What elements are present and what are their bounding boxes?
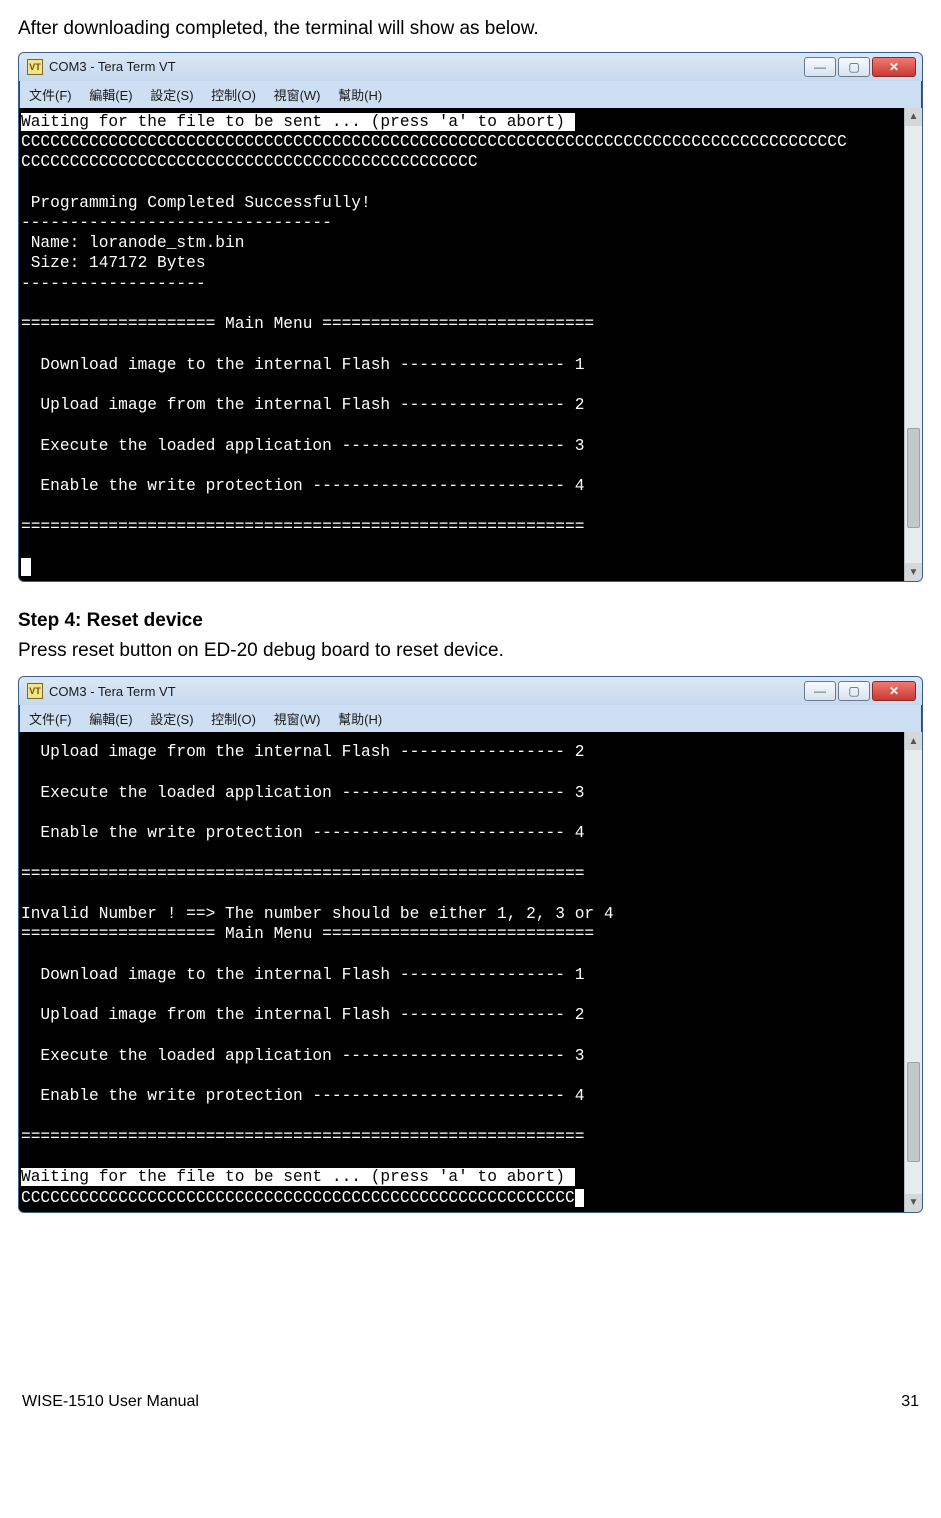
scroll-thumb[interactable] <box>907 1062 920 1162</box>
terminal-window-1: VT COM3 - Tera Term VT — ▢ ✕ 文件(F) 編輯(E)… <box>18 52 923 583</box>
menu-setup[interactable]: 設定(S) <box>150 712 193 727</box>
menu-help[interactable]: 幫助(H) <box>338 88 382 103</box>
scroll-down-icon[interactable]: ▼ <box>905 1194 922 1212</box>
window-title: COM3 - Tera Term VT <box>49 684 176 699</box>
close-button[interactable]: ✕ <box>872 57 916 77</box>
menu-file[interactable]: 文件(F) <box>29 88 72 103</box>
intro-text: After downloading completed, the termina… <box>18 16 923 42</box>
terminal-output-1: Waiting for the file to be sent ... (pre… <box>19 108 904 582</box>
app-icon: VT <box>27 683 43 699</box>
window-buttons: — ▢ ✕ <box>804 57 916 77</box>
menu-file[interactable]: 文件(F) <box>29 712 72 727</box>
page-footer: WISE-1510 User Manual 31 <box>18 1393 923 1411</box>
footer-page-number: 31 <box>901 1393 919 1411</box>
minimize-button[interactable]: — <box>804 57 836 77</box>
terminal-window-2: VT COM3 - Tera Term VT — ▢ ✕ 文件(F) 編輯(E)… <box>18 676 923 1213</box>
scroll-up-icon[interactable]: ▲ <box>905 108 922 126</box>
menu-window[interactable]: 視窗(W) <box>274 88 321 103</box>
titlebar: VT COM3 - Tera Term VT — ▢ ✕ <box>19 677 922 705</box>
app-icon: VT <box>27 59 43 75</box>
step4-body: Press reset button on ED-20 debug board … <box>18 638 923 664</box>
step4-heading: Step 4: Reset device <box>18 610 923 632</box>
menu-control[interactable]: 控制(O) <box>211 712 256 727</box>
cursor <box>575 1189 585 1207</box>
minimize-button[interactable]: — <box>804 681 836 701</box>
scroll-up-icon[interactable]: ▲ <box>905 732 922 750</box>
menubar: 文件(F) 編輯(E) 設定(S) 控制(O) 視窗(W) 幫助(H) <box>19 81 922 108</box>
menu-help[interactable]: 幫助(H) <box>338 712 382 727</box>
maximize-button[interactable]: ▢ <box>838 57 870 77</box>
scroll-thumb[interactable] <box>907 428 920 528</box>
menu-window[interactable]: 視窗(W) <box>274 712 321 727</box>
window-buttons: — ▢ ✕ <box>804 681 916 701</box>
scrollbar[interactable]: ▲ ▼ <box>904 108 922 582</box>
titlebar: VT COM3 - Tera Term VT — ▢ ✕ <box>19 53 922 81</box>
menu-control[interactable]: 控制(O) <box>211 88 256 103</box>
window-title: COM3 - Tera Term VT <box>49 59 176 74</box>
menu-setup[interactable]: 設定(S) <box>150 88 193 103</box>
cursor <box>21 558 31 576</box>
close-button[interactable]: ✕ <box>872 681 916 701</box>
menu-edit[interactable]: 編輯(E) <box>89 88 132 103</box>
maximize-button[interactable]: ▢ <box>838 681 870 701</box>
menu-edit[interactable]: 編輯(E) <box>89 712 132 727</box>
menubar: 文件(F) 編輯(E) 設定(S) 控制(O) 視窗(W) 幫助(H) <box>19 705 922 732</box>
scrollbar[interactable]: ▲ ▼ <box>904 732 922 1212</box>
footer-doc-title: WISE-1510 User Manual <box>22 1393 199 1411</box>
scroll-down-icon[interactable]: ▼ <box>905 563 922 581</box>
terminal-output-2: Upload image from the internal Flash ---… <box>19 732 904 1212</box>
